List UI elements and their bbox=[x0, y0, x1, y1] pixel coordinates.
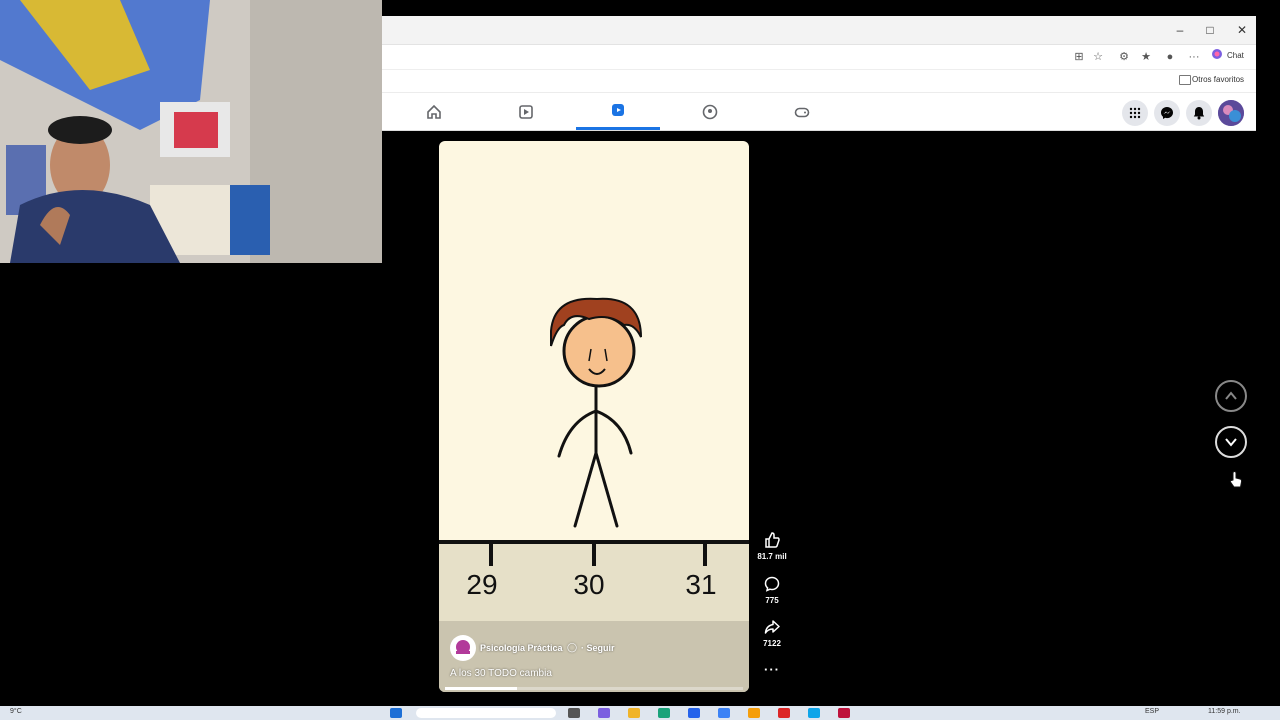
author-name[interactable]: Psicología Práctica bbox=[480, 643, 563, 653]
gmail-icon[interactable] bbox=[778, 708, 790, 718]
reels-icon bbox=[612, 104, 624, 116]
messenger-icon bbox=[1161, 107, 1173, 119]
author-avatar[interactable] bbox=[450, 635, 476, 661]
clock[interactable]: 11:59 p.m. bbox=[1208, 708, 1241, 715]
other-favorites-link[interactable]: Otros favoritos bbox=[1192, 75, 1244, 84]
reel-illustration: 29 30 31 bbox=[439, 297, 749, 692]
taskbar: 9°C ESP 11:59 p.m. bbox=[0, 706, 1280, 720]
share-icon[interactable] bbox=[764, 619, 780, 635]
notifications-icon bbox=[1193, 107, 1205, 120]
minimize-button[interactable]: – bbox=[1170, 20, 1190, 40]
ruler-label-29: 29 bbox=[466, 569, 497, 600]
gaming-icon bbox=[794, 107, 810, 117]
tab-home[interactable] bbox=[392, 93, 476, 130]
previous-reel-button[interactable] bbox=[1215, 380, 1247, 412]
app-icon[interactable] bbox=[718, 708, 730, 718]
extensions-icon[interactable]: ⚙ bbox=[1115, 48, 1133, 66]
stick-figure bbox=[557, 382, 633, 528]
chevron-down-icon bbox=[1225, 438, 1237, 447]
favorites-bar: Otros favoritos bbox=[382, 70, 1256, 93]
favorites-icon[interactable]: ★ bbox=[1137, 48, 1155, 66]
task-view-icon[interactable] bbox=[568, 708, 580, 718]
weather-widget[interactable]: 9°C bbox=[10, 708, 22, 715]
favorite-star-icon[interactable]: ☆ bbox=[1089, 48, 1107, 66]
app-available-icon[interactable]: ⊞ bbox=[1070, 48, 1088, 66]
title-bar: – □ ✕ bbox=[382, 16, 1256, 45]
app3-icon[interactable] bbox=[838, 708, 850, 718]
chat-label[interactable]: Chat bbox=[1227, 51, 1244, 60]
facebook-navbar bbox=[382, 93, 1256, 131]
maximize-button[interactable]: □ bbox=[1200, 20, 1220, 40]
like-count: 81.7 mil bbox=[757, 552, 787, 561]
profile-avatar[interactable] bbox=[1218, 100, 1244, 126]
reel-progress-fill bbox=[445, 687, 517, 690]
reel-caption: A los 30 TODO cambia bbox=[450, 668, 552, 679]
store-icon[interactable] bbox=[688, 708, 700, 718]
address-bar: ⊞ ☆ ⚙ ★ ● ··· Chat bbox=[382, 45, 1256, 70]
tab-watch[interactable] bbox=[484, 93, 568, 130]
webcam-image bbox=[0, 0, 382, 263]
more-options-icon[interactable]: ··· bbox=[764, 662, 780, 677]
share-count: 7122 bbox=[763, 639, 781, 648]
tab-reels[interactable] bbox=[576, 93, 660, 130]
more-icon[interactable]: ··· bbox=[1185, 48, 1203, 66]
groups-icon bbox=[702, 104, 718, 119]
hand-cursor-icon bbox=[1229, 471, 1243, 488]
watch-icon bbox=[519, 104, 533, 119]
reel-video[interactable]: 29 30 31 Psicología Práctica ◯ · Seguir … bbox=[439, 141, 749, 692]
home-icon bbox=[427, 104, 441, 119]
comment-icon[interactable] bbox=[764, 576, 780, 592]
next-reel-button[interactable] bbox=[1215, 426, 1247, 458]
reel-progress-track[interactable] bbox=[445, 687, 743, 690]
head bbox=[562, 314, 636, 388]
tab-gaming[interactable] bbox=[760, 93, 844, 130]
messenger-button[interactable] bbox=[1154, 100, 1180, 126]
edge-icon[interactable] bbox=[658, 708, 670, 718]
avatar-image bbox=[1218, 100, 1244, 126]
notifications-button[interactable] bbox=[1186, 100, 1212, 126]
chrome-icon[interactable] bbox=[748, 708, 760, 718]
language-indicator[interactable]: ESP bbox=[1145, 708, 1159, 715]
menu-grid-button[interactable] bbox=[1122, 100, 1148, 126]
comment-count: 775 bbox=[765, 596, 779, 605]
close-button[interactable]: ✕ bbox=[1232, 20, 1252, 40]
menu-grid-icon bbox=[1129, 107, 1141, 119]
start-icon[interactable] bbox=[390, 708, 402, 718]
profile-icon[interactable]: ● bbox=[1161, 48, 1179, 66]
reel-actions: 81.7 mil 775 7122 ··· bbox=[752, 530, 792, 690]
app2-icon[interactable] bbox=[808, 708, 820, 718]
taskbar-search[interactable] bbox=[416, 708, 556, 718]
folder-icon bbox=[1179, 75, 1191, 85]
file-explorer-icon[interactable] bbox=[628, 708, 640, 718]
webcam-overlay bbox=[0, 0, 382, 263]
ruler-label-31: 31 bbox=[685, 569, 716, 600]
tab-groups[interactable] bbox=[668, 93, 752, 130]
copilot-icon[interactable] bbox=[1211, 48, 1222, 66]
author-avatar-image bbox=[451, 636, 475, 660]
chevron-up-icon bbox=[1225, 391, 1237, 400]
verified-icon: ◯ bbox=[567, 642, 578, 652]
ruler-label-30: 30 bbox=[573, 569, 604, 600]
like-icon[interactable] bbox=[764, 532, 780, 548]
copilot-taskbar-icon[interactable] bbox=[598, 708, 610, 718]
follow-button[interactable]: · Seguir bbox=[581, 643, 615, 653]
